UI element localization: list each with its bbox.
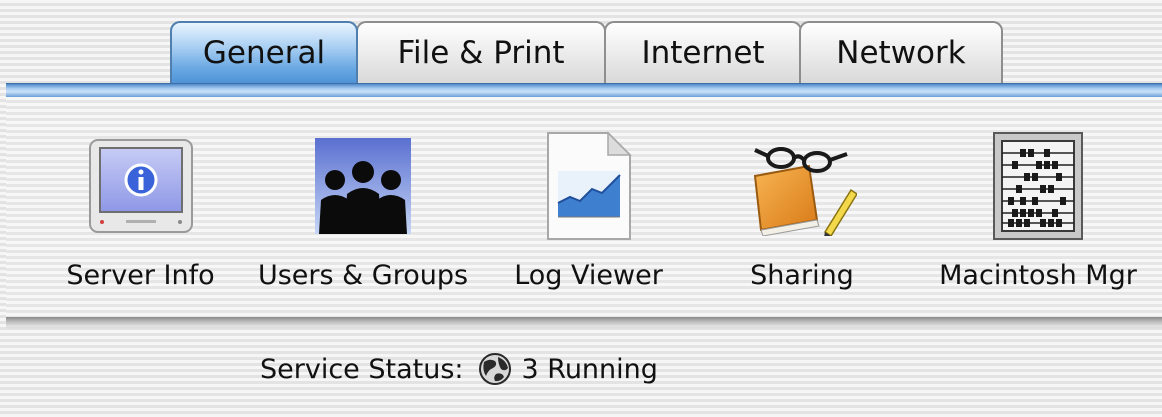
users-groups-label: Users & Groups [257, 260, 469, 291]
globe-icon [478, 352, 512, 386]
macintosh-manager-icon [983, 130, 1093, 242]
sharing-icon [747, 130, 857, 242]
log-viewer-icon [534, 130, 644, 242]
tab-divider [6, 83, 1162, 97]
macintosh-manager-button[interactable]: Macintosh Mgr [928, 130, 1148, 291]
tab-file-print[interactable]: File & Print [356, 21, 606, 83]
tab-bar: General File & Print Internet Network [0, 21, 1162, 85]
log-viewer-label: Log Viewer [514, 260, 663, 291]
sharing-label: Sharing [750, 260, 854, 291]
macintosh-manager-label: Macintosh Mgr [939, 260, 1137, 291]
server-info-icon [86, 130, 196, 242]
service-status-value: 3 Running [521, 353, 658, 385]
service-status: Service Status: 3 Running [260, 352, 658, 386]
log-viewer-button[interactable]: Log Viewer [506, 130, 671, 291]
users-groups-icon [308, 130, 418, 242]
server-info-label: Server Info [66, 260, 215, 291]
panel-shadow [6, 317, 1162, 329]
tab-network[interactable]: Network [799, 21, 1003, 83]
tab-internet[interactable]: Internet [604, 21, 802, 83]
tab-general[interactable]: General [170, 21, 358, 83]
server-info-button[interactable]: Server Info [58, 130, 223, 291]
sharing-button[interactable]: Sharing [732, 130, 872, 291]
service-status-label: Service Status: [260, 353, 464, 385]
users-groups-button[interactable]: Users & Groups [252, 130, 474, 291]
